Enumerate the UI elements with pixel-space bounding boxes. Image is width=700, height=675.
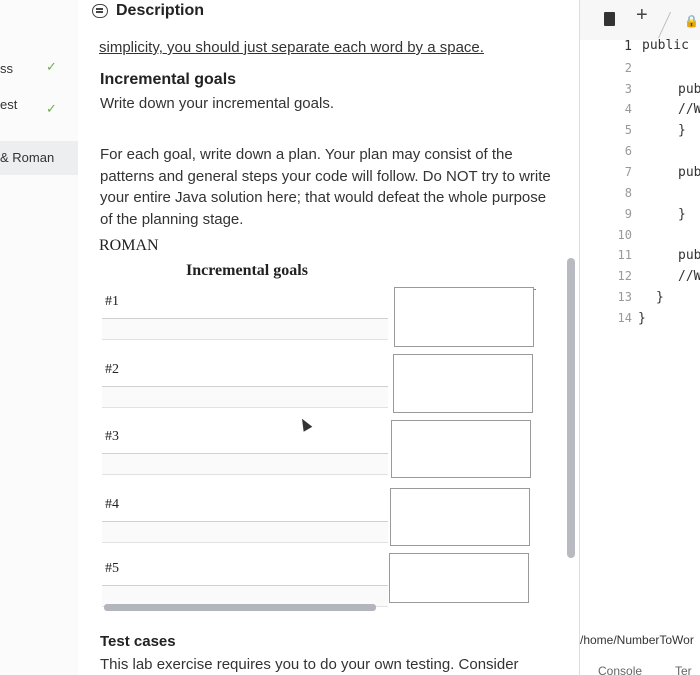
- line-number: 11: [617, 248, 632, 262]
- goal-number: #3: [105, 429, 119, 444]
- sidebar: ss ✓ est ✓ & Roman: [0, 0, 78, 675]
- description-icon: [92, 4, 108, 18]
- code-line-11[interactable]: pub: [678, 248, 700, 263]
- terminal-tab[interactable]: Ter: [675, 664, 692, 675]
- line-number: 6: [624, 144, 632, 158]
- goals-heading: Incremental goals: [100, 71, 237, 88]
- test-cases-text: This lab exercise requires you to do you…: [100, 656, 519, 673]
- sidebar-item-label: ss: [0, 61, 13, 76]
- sidebar-item-3[interactable]: & Roman: [0, 141, 78, 175]
- line-number: 8: [624, 186, 632, 200]
- plan-box-4[interactable]: [390, 488, 530, 546]
- code-line-14[interactable]: }: [638, 311, 646, 326]
- line-number: 2: [624, 61, 632, 75]
- code-editor: + 🔒 1 2 3 4 5 6 7 8 9 10 11 12 13 14 pub…: [580, 0, 700, 675]
- file-icon[interactable]: [604, 12, 615, 26]
- plan-box-1[interactable]: [394, 287, 534, 347]
- sidebar-item-label: est: [0, 97, 18, 112]
- plan-paragraph: For each goal, write down a plan. Your p…: [100, 146, 551, 228]
- description-title: Description: [116, 2, 205, 19]
- vertical-scrollbar[interactable]: [567, 258, 575, 558]
- goal-number: #2: [105, 362, 119, 377]
- code-line-4[interactable]: //W: [678, 102, 700, 117]
- description-header[interactable]: Description: [88, 0, 588, 26]
- plan-box-3[interactable]: [391, 420, 531, 478]
- test-cases-heading: Test cases: [100, 633, 176, 650]
- check-icon: ✓: [46, 101, 57, 116]
- code-line-13[interactable]: }: [656, 290, 664, 305]
- line-number: 14: [617, 311, 632, 325]
- line-number: 1: [624, 39, 632, 54]
- add-file-button[interactable]: +: [636, 4, 648, 27]
- goal-number: #1: [105, 294, 119, 309]
- code-line-3[interactable]: pub: [678, 82, 700, 97]
- description-text-partial: simplicity, you should just separate eac…: [99, 39, 484, 56]
- line-number: 5: [624, 123, 632, 137]
- line-number: 9: [624, 207, 632, 221]
- goal-number: #5: [105, 561, 119, 576]
- code-line-7[interactable]: pub: [678, 165, 700, 180]
- editor-toolbar: + 🔒: [580, 0, 700, 40]
- horizontal-scrollbar[interactable]: [104, 604, 376, 611]
- plan-box-2[interactable]: [393, 354, 533, 413]
- code-line-1[interactable]: public: [642, 38, 689, 53]
- code-line-12[interactable]: //W: [678, 269, 700, 284]
- lock-icon: 🔒: [684, 14, 699, 28]
- goals-instruction: Write down your incremental goals.: [100, 95, 334, 112]
- goal-input[interactable]: [102, 386, 388, 408]
- sidebar-item-1[interactable]: ss ✓: [0, 52, 78, 86]
- goal-number: #4: [105, 497, 119, 512]
- goal-input[interactable]: [102, 521, 388, 543]
- code-line-9[interactable]: }: [678, 207, 686, 222]
- line-number: 10: [617, 228, 632, 242]
- sidebar-item-label: & Roman: [0, 150, 55, 165]
- line-number: 12: [617, 269, 632, 283]
- code-line-5[interactable]: }: [678, 123, 686, 138]
- goals-table-title: Incremental goals: [186, 262, 308, 279]
- line-number: 3: [624, 82, 632, 96]
- line-number: 13: [617, 290, 632, 304]
- line-number: 7: [624, 165, 632, 179]
- goal-input[interactable]: [102, 453, 388, 475]
- check-icon: ✓: [46, 59, 57, 74]
- line-number: 4: [624, 102, 632, 116]
- plan-box-5[interactable]: [389, 553, 529, 603]
- sidebar-item-2[interactable]: est ✓: [0, 88, 78, 122]
- file-path: /home/NumberToWor: [580, 633, 694, 647]
- console-tab[interactable]: Console: [598, 664, 642, 675]
- roman-label: ROMAN: [99, 237, 159, 254]
- goal-input[interactable]: [102, 318, 388, 340]
